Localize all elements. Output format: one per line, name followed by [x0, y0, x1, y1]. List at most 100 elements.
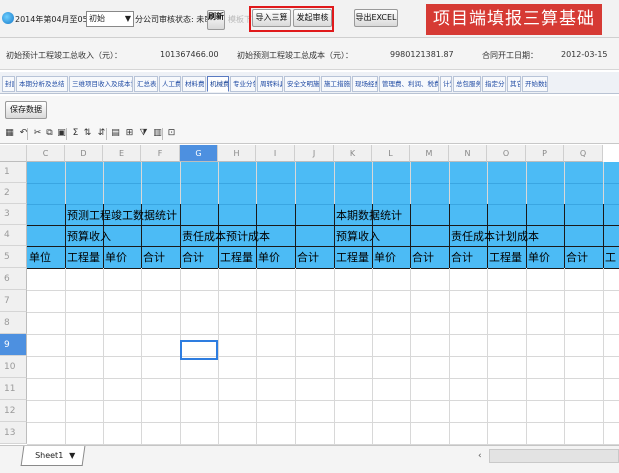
row-header-13[interactable]: 13	[0, 422, 27, 444]
row-header-6[interactable]: 6	[0, 268, 27, 290]
app-logo-icon	[2, 12, 14, 24]
copy-icon[interactable]: ⧉	[44, 128, 55, 139]
row-header-12[interactable]: 12	[0, 400, 27, 422]
grid-line	[27, 204, 619, 205]
select-all-corner[interactable]	[0, 145, 27, 162]
column-header-q[interactable]: Q	[564, 145, 603, 162]
chart-icon[interactable]: ▤	[110, 128, 121, 139]
cell-d3[interactable]: 预测工程竣工数据统计	[67, 207, 177, 223]
column-header-g[interactable]: G	[180, 145, 218, 162]
column-header-m[interactable]: M	[410, 145, 449, 162]
sheet-tab[interactable]: Sheet1 ▼	[20, 446, 86, 466]
cell-row5-11[interactable]: 合计	[451, 249, 487, 265]
column-header-j[interactable]: J	[295, 145, 334, 162]
tab-1[interactable]: 封面	[2, 76, 15, 92]
cell-row5-6[interactable]: 单价	[258, 249, 295, 265]
chevron-down-icon[interactable]: ▼	[69, 446, 75, 465]
tab-10[interactable]: 安全文明施工费	[284, 76, 320, 92]
tab-16[interactable]: 指定分包	[482, 76, 506, 92]
tab-12[interactable]: 现场经费	[352, 76, 378, 92]
cell-k4[interactable]: 预算收入	[336, 228, 380, 244]
tab-9[interactable]: 周转料具	[257, 76, 283, 92]
tab-5[interactable]: 人工费	[159, 76, 181, 92]
column-header-o[interactable]: O	[487, 145, 526, 162]
row-header-4[interactable]: 4	[0, 225, 27, 246]
tab-15[interactable]: 总包服务费	[453, 76, 481, 92]
cell-row5-0[interactable]: 单位	[29, 249, 65, 265]
tab-8[interactable]: 专业分包费	[230, 76, 256, 92]
row-header-11[interactable]: 11	[0, 378, 27, 400]
tab-13[interactable]: 管理费、利润、税费、税金	[379, 76, 439, 92]
row-header-5[interactable]: 5	[0, 246, 27, 268]
cell-row5-3[interactable]: 合计	[143, 249, 180, 265]
cell-row5-12[interactable]: 工程量	[489, 249, 526, 265]
cell-row5-14[interactable]: 合计	[566, 249, 603, 265]
cell-row5-2[interactable]: 单价	[105, 249, 141, 265]
cell-row5-15[interactable]: 工	[605, 249, 619, 265]
tab-17[interactable]: 其它	[507, 76, 521, 92]
excel-icon[interactable]: ▦	[4, 128, 15, 139]
toolbar-separator	[162, 128, 163, 140]
cell-row5-1[interactable]: 工程量	[67, 249, 103, 265]
cell-row5-9[interactable]: 单价	[374, 249, 410, 265]
column-header-k[interactable]: K	[334, 145, 372, 162]
tab-4[interactable]: 汇总表	[134, 76, 158, 92]
filter-icon[interactable]: ⧩	[138, 128, 149, 139]
cell-n4[interactable]: 责任成本计划成本	[451, 228, 539, 244]
cut-icon[interactable]: ✂	[32, 128, 43, 139]
grid-line	[27, 334, 619, 335]
column-header-h[interactable]: H	[218, 145, 256, 162]
row-header-3[interactable]: 3	[0, 204, 27, 225]
horizontal-scrollbar[interactable]: ‹	[478, 449, 619, 463]
tab-2[interactable]: 本期分析及总结	[16, 76, 68, 92]
column-header-n[interactable]: N	[449, 145, 487, 162]
cell-row5-4[interactable]: 合计	[182, 249, 218, 265]
cell-row5-5[interactable]: 工程量	[220, 249, 256, 265]
income-value: 101367466.00	[160, 50, 219, 59]
cell-row5-13[interactable]: 单价	[528, 249, 564, 265]
export-excel-button[interactable]: 导出EXCEL	[354, 9, 398, 27]
spreadsheet-grid[interactable]: C D E F G H I J K L M N O P Q 1 2 3 4 5 6 7 8 9 10 11 12 13 预测工程竣工数据…	[0, 145, 619, 445]
cell-row5-10[interactable]: 合计	[412, 249, 449, 265]
sort-asc-icon[interactable]: ⇅	[82, 128, 93, 139]
tab-6[interactable]: 材料费	[182, 76, 206, 92]
row-header-8[interactable]: 8	[0, 312, 27, 334]
column-header-d[interactable]: D	[65, 145, 103, 162]
row-header-1[interactable]: 1	[0, 162, 27, 183]
row-header-9[interactable]: 9	[0, 334, 27, 356]
row-header-2[interactable]: 2	[0, 183, 27, 204]
column-header-e[interactable]: E	[103, 145, 141, 162]
selected-cell-g9[interactable]	[180, 340, 218, 360]
import-button[interactable]: 导入三算	[252, 9, 291, 27]
tab-3[interactable]: 三维项目收入及成本计划于表	[69, 76, 133, 92]
save-data-button[interactable]: 保存数据	[5, 101, 47, 119]
tab-14[interactable]: 计划	[440, 76, 452, 92]
grid-line	[27, 290, 619, 291]
sum-icon[interactable]: Σ	[70, 128, 81, 139]
row-header-7[interactable]: 7	[0, 290, 27, 312]
tab-7[interactable]: 机械费	[207, 76, 229, 92]
column-header-l[interactable]: L	[372, 145, 410, 162]
cell-row5-7[interactable]: 合计	[297, 249, 334, 265]
merge-icon[interactable]: ⊞	[124, 128, 135, 139]
cell-d4[interactable]: 预算收入	[67, 228, 111, 244]
phase-select[interactable]: 初始 ▼	[86, 11, 134, 27]
cell-k3[interactable]: 本期数据统计	[336, 207, 402, 223]
column-header-i[interactable]: I	[256, 145, 295, 162]
column-header-f[interactable]: F	[141, 145, 180, 162]
cell-row5-8[interactable]: 工程量	[336, 249, 372, 265]
row-header-10[interactable]: 10	[0, 356, 27, 378]
scroll-left-icon[interactable]: ‹	[478, 451, 482, 461]
grid-line	[27, 225, 619, 226]
submit-audit-button[interactable]: 发起审核	[293, 9, 332, 27]
calc-icon[interactable]: ⊡	[166, 128, 177, 139]
tab-11[interactable]: 施工措施费	[321, 76, 351, 92]
cell-g4[interactable]: 责任成本预计成本	[182, 228, 270, 244]
grid-line	[27, 246, 619, 247]
column-header-p[interactable]: P	[526, 145, 564, 162]
tab-18[interactable]: 开始数据	[522, 76, 548, 92]
grid-line	[334, 204, 335, 268]
refresh-button[interactable]: 刷新	[207, 10, 225, 30]
column-header-c[interactable]: C	[27, 145, 65, 162]
grid-line	[27, 422, 619, 423]
